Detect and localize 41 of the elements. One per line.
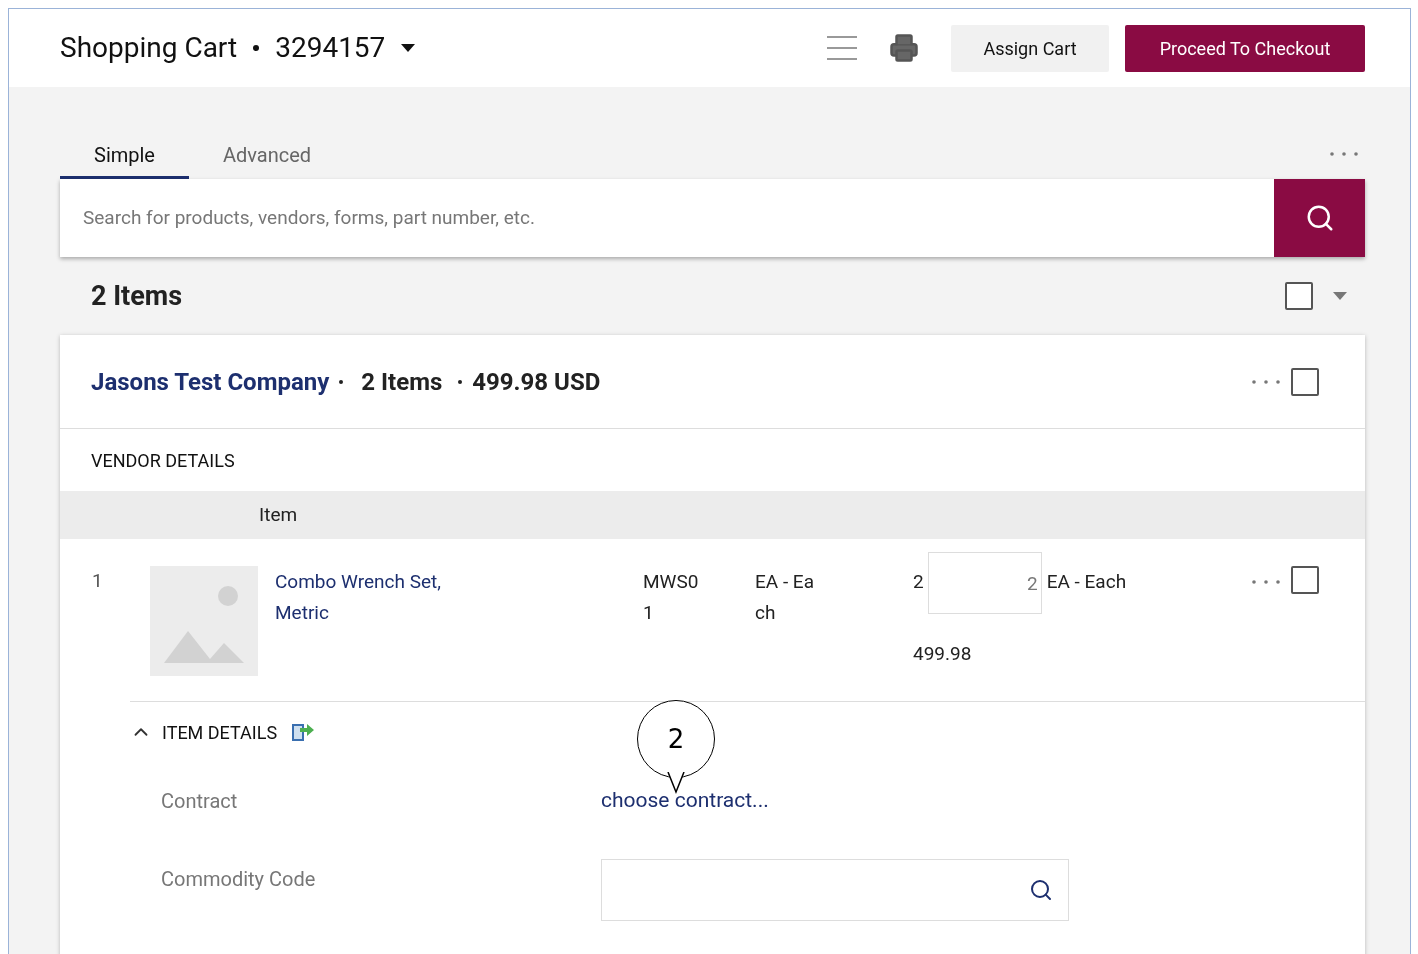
vendor-item-count: 2 Items	[361, 366, 443, 398]
more-icon[interactable]	[1251, 579, 1281, 585]
page-title: Shopping Cart	[60, 30, 238, 66]
items-heading: 2 Items	[91, 278, 183, 314]
price-text: 2	[913, 569, 924, 595]
checkbox[interactable]	[1291, 367, 1319, 396]
product-link[interactable]: Combo Wrench Set, Metric	[275, 566, 475, 701]
commodity-search-field[interactable]	[601, 859, 1069, 921]
separator-icon	[458, 379, 463, 384]
print-icon[interactable]	[889, 33, 919, 63]
bullet-icon	[253, 45, 260, 51]
vendor-link[interactable]: Jasons Test Company	[91, 363, 330, 400]
callout-bubble: 2	[637, 700, 715, 778]
assign-cart-button[interactable]: Assign Cart	[951, 24, 1109, 72]
quantity-field[interactable]: 2	[927, 552, 1042, 614]
menu-icon[interactable]	[827, 35, 857, 61]
unit-of-measure: EA - Ea ch	[755, 569, 815, 626]
search-button[interactable]	[1274, 179, 1365, 257]
field-label: Commodity Code	[161, 866, 317, 893]
contract-link[interactable]: choose contract...	[601, 785, 769, 817]
more-icon[interactable]	[1251, 378, 1281, 385]
section-label: ITEM DETAILS	[162, 720, 278, 745]
quantity-unit: EA - Each	[1046, 569, 1127, 595]
cart-number: 3294157	[275, 30, 386, 66]
column-header: Item	[259, 501, 298, 528]
row-number: 1	[92, 568, 104, 594]
checkout-button[interactable]: Proceed To Checkout	[1125, 24, 1365, 72]
export-icon[interactable]	[291, 721, 316, 743]
part-number: MWS0 1	[643, 569, 700, 626]
checkbox[interactable]	[1285, 282, 1313, 310]
more-icon[interactable]	[1329, 151, 1359, 157]
section-label: VENDOR DETAILS	[91, 448, 235, 473]
separator-icon	[339, 379, 344, 384]
caret-icon[interactable]	[401, 44, 416, 52]
field-label: Contract	[161, 788, 239, 815]
line-amount: 499.98	[913, 641, 973, 667]
checkbox[interactable]	[1291, 566, 1319, 594]
callout-pointer-icon	[667, 772, 685, 794]
tab[interactable]: Advanced	[189, 133, 346, 179]
vendor-total: 499.98 USD	[472, 366, 601, 398]
search-icon[interactable]	[1029, 878, 1053, 902]
